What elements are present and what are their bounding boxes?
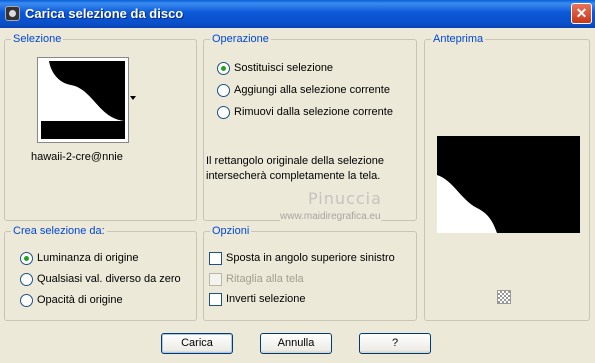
radio-button[interactable] [217,84,230,97]
close-icon: ✕ [575,5,588,21]
window-title: Carica selezione da disco [25,6,184,21]
anteprima-group: Anteprima [424,33,590,321]
info-text: Il rettangolo originale della selezione … [206,154,384,184]
selezione-legend: Selezione [11,33,64,45]
checkbox[interactable] [209,293,222,306]
crea-group: Crea selezione da: Luminanza di origine … [4,225,197,321]
checkbox [209,273,222,286]
help-button[interactable]: ? [359,333,431,354]
checkbox-label: Sposta in angolo superiore sinistro [226,252,395,264]
radio-label: Luminanza di origine [37,252,139,264]
cancel-button[interactable]: Annulla [260,333,332,354]
info-line: intersecherà completamente la tela. [206,170,381,182]
dialog-window: Carica selezione da disco ✕ Selezione ha… [0,0,595,363]
checker-icon[interactable] [497,290,511,304]
radio-label: Aggiungi alla selezione corrente [234,84,390,96]
white-shape-preview-icon [41,61,125,139]
radio-button[interactable] [217,106,230,119]
selection-file-name: hawaii-2-cre@nnie [31,151,123,163]
opzioni-group: Opzioni Sposta in angolo superiore sinis… [203,225,417,321]
radio-label: Qualsiasi val. diverso da zero [37,273,181,285]
radio-label: Rimuovi dalla selezione corrente [234,106,393,118]
radio-button[interactable] [20,252,33,265]
selezione-group: Selezione hawaii-2-cre@nnie [4,33,197,221]
radio-button[interactable] [217,62,230,75]
radio-label: Sostituisci selezione [234,62,334,74]
app-icon [5,6,20,21]
selection-preview-icon [437,136,580,233]
anteprima-legend: Anteprima [431,33,486,45]
dropdown-arrow-icon[interactable] [130,96,136,100]
opzioni-legend: Opzioni [210,225,252,237]
radio-button[interactable] [20,273,33,286]
close-button[interactable]: ✕ [571,3,592,24]
crea-legend: Crea selezione da: [11,225,107,237]
info-line: Il rettangolo originale della selezione [206,155,384,167]
checkbox-label: Ritaglia alla tela [226,273,304,285]
radio-button[interactable] [20,294,33,307]
watermark-url: www.maidiregrafica.eu [280,211,381,222]
checkbox-label: Inverti selezione [226,293,306,305]
watermark-name: Pinuccia [308,189,382,208]
title-bar: Carica selezione da disco ✕ [0,0,595,28]
operazione-legend: Operazione [210,33,271,45]
radio-label: Opacità di origine [37,294,123,306]
selection-thumbnail[interactable] [37,57,129,143]
load-button[interactable]: Carica [161,333,233,354]
operazione-group: Operazione Sostituisci selezione Aggiung… [203,33,417,222]
checkbox[interactable] [209,252,222,265]
